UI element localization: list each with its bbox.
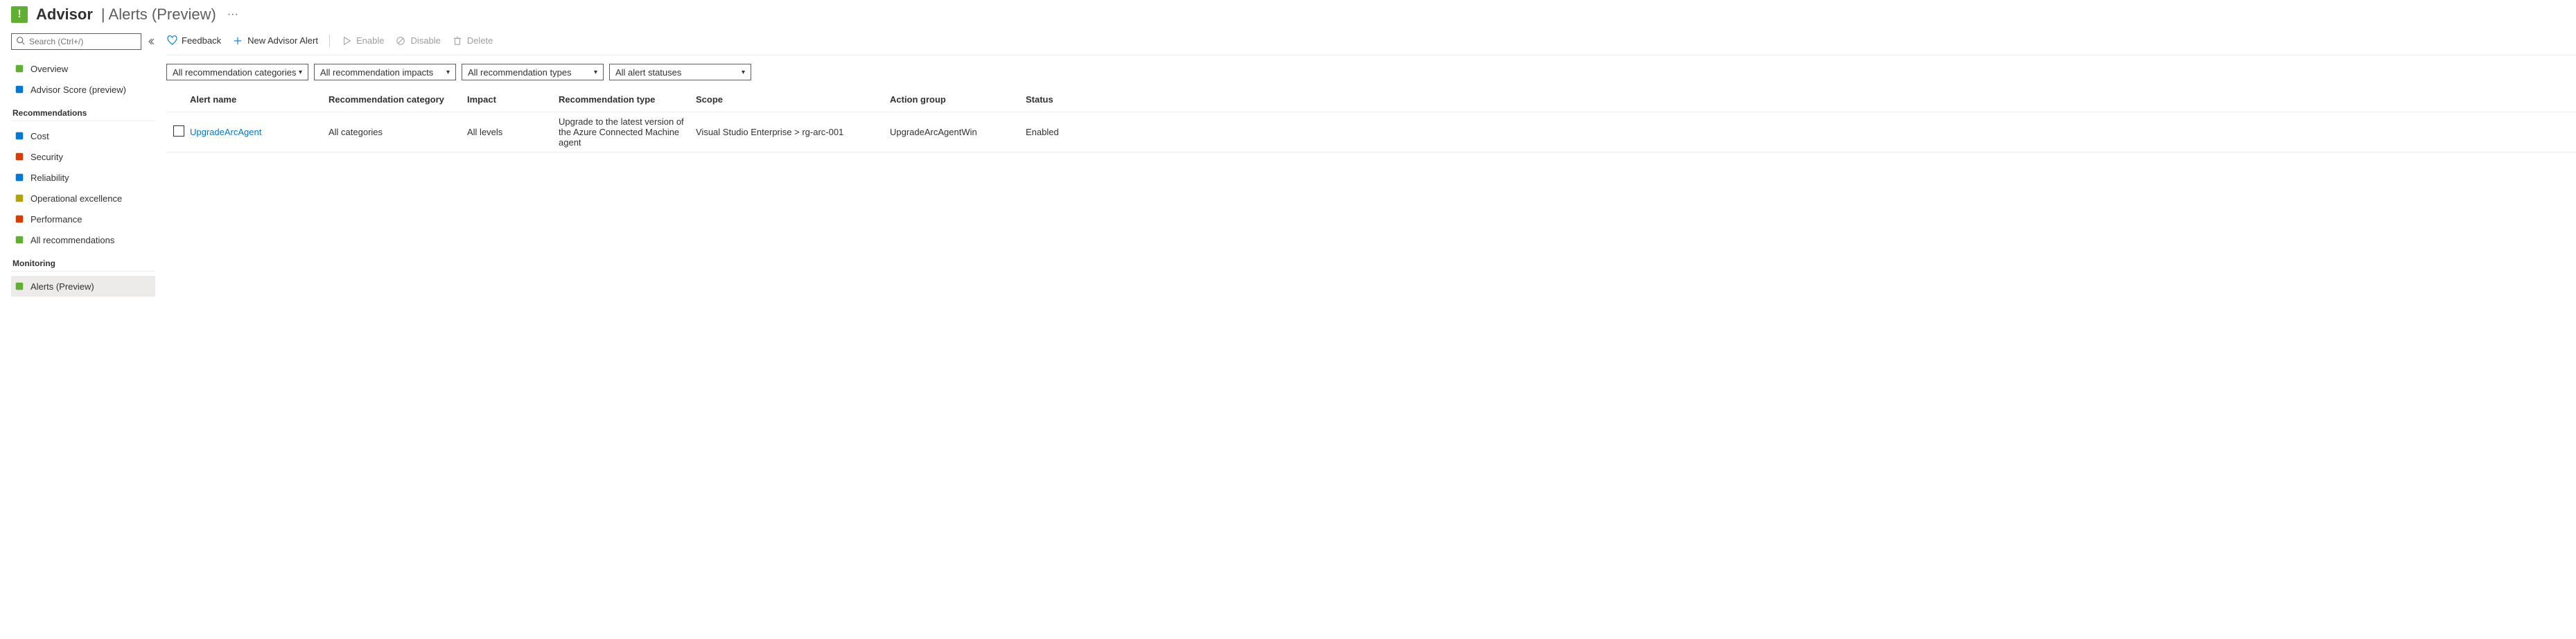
- nav-icon: [14, 63, 25, 74]
- filter-type[interactable]: All recommendation types ▾: [462, 64, 604, 80]
- col-alert-name[interactable]: Alert name: [190, 94, 328, 105]
- chevron-down-icon: ▾: [594, 69, 597, 76]
- feedback-button[interactable]: Feedback: [166, 35, 221, 46]
- trash-icon: [452, 35, 463, 46]
- nav-icon: [14, 193, 25, 204]
- col-action-group[interactable]: Action group: [890, 94, 1026, 105]
- nav-icon: [14, 130, 25, 141]
- page-title: | Alerts (Preview): [101, 6, 216, 24]
- sidebar-item-alerts-preview-[interactable]: Alerts (Preview): [11, 276, 155, 297]
- sidebar-item-label: Overview: [30, 64, 68, 74]
- delete-button: Delete: [452, 35, 493, 46]
- sidebar-item-overview[interactable]: Overview: [11, 58, 155, 79]
- enable-button: Enable: [341, 35, 384, 46]
- play-icon: [341, 35, 352, 46]
- sidebar-item-advisor-score-preview-[interactable]: Advisor Score (preview): [11, 79, 155, 100]
- sidebar-item-cost[interactable]: Cost: [11, 125, 155, 146]
- nav-icon: [14, 172, 25, 183]
- filter-category[interactable]: All recommendation categories ▾: [166, 64, 308, 80]
- sidebar-item-performance[interactable]: Performance: [11, 209, 155, 229]
- cell-impact: All levels: [467, 127, 559, 137]
- sidebar-section-recommendations: Recommendations: [11, 108, 155, 121]
- sidebar-item-label: Reliability: [30, 173, 69, 183]
- sidebar-item-all-recommendations[interactable]: All recommendations: [11, 229, 155, 250]
- plus-icon: [232, 35, 243, 46]
- sidebar-item-label: Advisor Score (preview): [30, 85, 126, 95]
- chevron-down-icon: ▾: [446, 69, 450, 76]
- sidebar-item-label: Cost: [30, 131, 49, 141]
- sidebar-item-label: Operational excellence: [30, 193, 122, 204]
- nav-icon: [14, 151, 25, 162]
- toolbar-separator: [329, 35, 330, 47]
- row-checkbox[interactable]: [173, 125, 184, 137]
- sidebar-item-security[interactable]: Security: [11, 146, 155, 167]
- chevron-down-icon: ▾: [742, 69, 745, 76]
- nav-icon: [14, 234, 25, 245]
- filter-impact[interactable]: All recommendation impacts ▾: [314, 64, 456, 80]
- disable-button: Disable: [395, 35, 440, 46]
- cell-rec-type: Upgrade to the latest version of the Azu…: [559, 116, 696, 148]
- search-icon: [16, 36, 25, 47]
- search-input[interactable]: [11, 33, 141, 50]
- sidebar-item-reliability[interactable]: Reliability: [11, 167, 155, 188]
- sidebar: Overview Advisor Score (preview) Recommen…: [0, 28, 155, 297]
- nav-icon: [14, 213, 25, 225]
- more-icon[interactable]: ···: [225, 8, 241, 21]
- new-advisor-alert-button[interactable]: New Advisor Alert: [232, 35, 318, 46]
- heart-icon: [166, 35, 177, 46]
- collapse-sidebar-button[interactable]: [147, 36, 155, 47]
- cell-status: Enabled: [1026, 127, 1088, 137]
- sidebar-item-operational-excellence[interactable]: Operational excellence: [11, 188, 155, 209]
- col-category[interactable]: Recommendation category: [328, 94, 467, 105]
- toolbar: Feedback New Advisor Alert Enable Disabl: [166, 28, 2576, 55]
- filter-bar: All recommendation categories ▾ All reco…: [166, 55, 2576, 87]
- col-scope[interactable]: Scope: [696, 94, 890, 105]
- alert-name-link[interactable]: UpgradeArcAgent: [190, 127, 261, 137]
- main-content: Feedback New Advisor Alert Enable Disabl: [155, 28, 2576, 297]
- cell-scope: Visual Studio Enterprise > rg-arc-001: [696, 127, 890, 137]
- col-status[interactable]: Status: [1026, 94, 1088, 105]
- page-header: ! Advisor | Alerts (Preview) ···: [0, 0, 2576, 28]
- service-name: Advisor: [36, 6, 93, 24]
- sidebar-item-label: Security: [30, 152, 63, 162]
- filter-status[interactable]: All alert statuses ▾: [609, 64, 751, 80]
- ban-icon: [395, 35, 406, 46]
- table-header: Alert name Recommendation category Impac…: [166, 87, 2576, 112]
- nav-icon: [14, 281, 25, 292]
- sidebar-item-label: Alerts (Preview): [30, 281, 94, 292]
- col-rec-type[interactable]: Recommendation type: [559, 94, 696, 105]
- sidebar-item-label: All recommendations: [30, 235, 114, 245]
- sidebar-section-monitoring: Monitoring: [11, 259, 155, 272]
- table-row[interactable]: UpgradeArcAgentAll categoriesAll levelsU…: [166, 112, 2576, 152]
- advisor-icon: !: [11, 6, 28, 23]
- cell-action-group: UpgradeArcAgentWin: [890, 127, 1026, 137]
- sidebar-item-label: Performance: [30, 214, 82, 225]
- cell-category: All categories: [328, 127, 467, 137]
- col-impact[interactable]: Impact: [467, 94, 559, 105]
- chevron-down-icon: ▾: [299, 69, 302, 76]
- nav-icon: [14, 84, 25, 95]
